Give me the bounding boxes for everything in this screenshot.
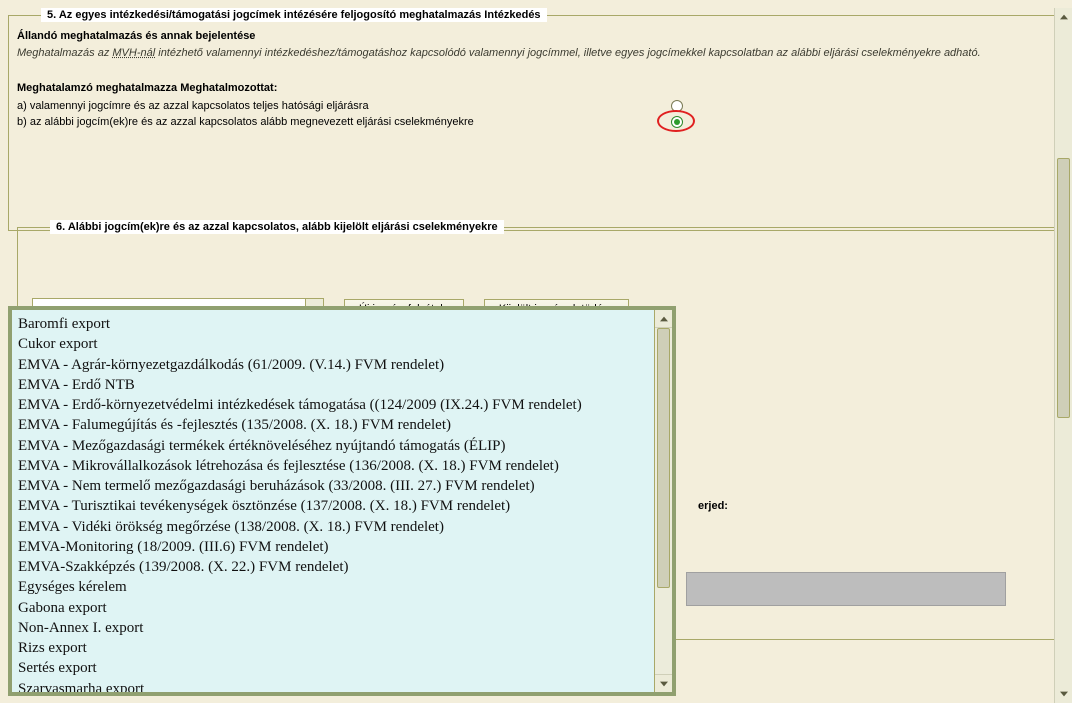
dropdown-option[interactable]: Gabona export [18, 598, 648, 618]
dropdown-option[interactable]: EMVA-Monitoring (18/2009. (III.6) FVM re… [18, 537, 648, 557]
page-scrollbar[interactable] [1054, 8, 1072, 703]
option-b-row: b) az alábbi jogcím(ek)re és az azzal ka… [17, 114, 1055, 130]
dropdown-option[interactable]: Rizs export [18, 638, 648, 658]
dropdown-option[interactable]: EMVA - Falumegújítás és -fejlesztés (135… [18, 415, 648, 435]
dropdown-option[interactable]: EMVA - Agrár-környezetgazdálkodás (61/20… [18, 355, 648, 375]
dropdown-option[interactable]: Cukor export [18, 334, 648, 354]
auth-title: Meghatalamzó meghatalmazza Meghatalmozot… [17, 82, 1055, 94]
dropdown-options-container: Baromfi exportCukor exportEMVA - Agrár-k… [12, 310, 654, 692]
dropdown-option[interactable]: Egységes kérelem [18, 577, 648, 597]
section-5-subheading: Állandó meghatalmazás és annak bejelenté… [17, 30, 1055, 42]
scroll-down-button[interactable] [655, 674, 672, 692]
chevron-up-icon [660, 316, 668, 322]
dropdown-option[interactable]: Szarvasmarha export [18, 679, 648, 693]
dropdown-scrollbar[interactable] [654, 310, 672, 692]
section-6-legend: 6. Alábbi jogcím(ek)re és az azzal kapcs… [50, 220, 504, 234]
section-5-legend: 5. Az egyes intézkedési/támogatási jogcí… [41, 8, 547, 22]
dropdown-option[interactable]: EMVA-Szakképzés (139/2008. (X. 22.) FVM … [18, 557, 648, 577]
dropdown-option[interactable]: EMVA - Erdő-környezetvédelmi intézkedése… [18, 395, 648, 415]
scroll-up-button[interactable] [655, 310, 672, 328]
hidden-label-suffix: erjed: [698, 500, 728, 512]
option-b-label: b) az alábbi jogcím(ek)re és az azzal ka… [17, 116, 657, 128]
page-scroll-thumb[interactable] [1057, 158, 1070, 418]
jogcim-dropdown-list[interactable]: Baromfi exportCukor exportEMVA - Agrár-k… [8, 306, 676, 696]
option-a-radio[interactable] [671, 100, 683, 112]
page-scroll-up[interactable] [1055, 8, 1072, 26]
dropdown-option[interactable]: EMVA - Mikrovállalkozások létrehozása és… [18, 456, 648, 476]
dropdown-scroll-thumb[interactable] [657, 328, 670, 588]
dropdown-option[interactable]: Sertés export [18, 658, 648, 678]
chevron-up-icon [1060, 14, 1068, 20]
gray-input-bar[interactable] [686, 572, 1006, 606]
dropdown-option[interactable]: Non-Annex I. export [18, 618, 648, 638]
page-scroll-down[interactable] [1055, 685, 1072, 703]
dropdown-option[interactable]: EMVA - Vidéki örökség megőrzése (138/200… [18, 517, 648, 537]
option-a-row: a) valamennyi jogcímre és az azzal kapcs… [17, 98, 1055, 114]
chevron-down-icon [660, 681, 668, 687]
option-b-radio[interactable] [671, 116, 683, 128]
dropdown-option[interactable]: EMVA - Turisztikai tevékenységek ösztönz… [18, 496, 648, 516]
dropdown-option[interactable]: EMVA - Erdő NTB [18, 375, 648, 395]
dropdown-option[interactable]: EMVA - Mezőgazdasági termékek értéknövel… [18, 436, 648, 456]
section-5-fieldset: 5. Az egyes intézkedési/támogatási jogcí… [8, 8, 1064, 231]
partially-hidden-content: erjed: [686, 500, 1046, 512]
section-5-description: Meghatalmazás az MVH-nál intézhető valam… [17, 46, 1055, 60]
dropdown-option[interactable]: EMVA - Nem termelő mezőgazdasági beruház… [18, 476, 648, 496]
mvh-abbr: MVH-nál [112, 47, 155, 59]
option-a-label: a) valamennyi jogcímre és az azzal kapcs… [17, 100, 657, 112]
dropdown-option[interactable]: Baromfi export [18, 314, 648, 334]
chevron-down-icon [1060, 691, 1068, 697]
